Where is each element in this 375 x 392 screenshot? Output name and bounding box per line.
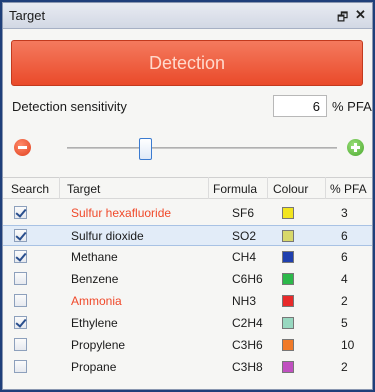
search-checkbox[interactable] [14,294,27,307]
search-checkbox[interactable] [14,229,27,242]
sensitivity-slider-track[interactable] [67,147,337,149]
search-checkbox[interactable] [14,338,27,351]
target-pfa[interactable]: 2 [341,360,348,374]
target-pfa[interactable]: 6 [341,229,348,243]
sensitivity-input[interactable]: 6 [273,95,327,117]
restore-icon[interactable]: 🗗 [337,8,348,29]
column-divider [325,177,326,199]
target-name: Propane [71,360,117,374]
target-formula: C3H6 [232,338,263,352]
target-pfa[interactable]: 2 [341,294,348,308]
target-panel: Target 🗗 ✕ Detection Detection sensitivi… [2,2,373,390]
table-row[interactable]: Benzene C6H6 4 [3,269,372,290]
target-formula: C3H8 [232,360,263,374]
column-divider [267,177,268,199]
sensitivity-label: Detection sensitivity [12,99,127,114]
target-formula: C2H4 [232,316,263,330]
decrease-icon[interactable] [14,139,31,156]
target-pfa[interactable]: 4 [341,272,348,286]
colour-swatch[interactable] [282,230,294,242]
target-pfa[interactable]: 5 [341,316,348,330]
target-formula: SO2 [232,229,257,243]
close-icon[interactable]: ✕ [355,7,366,23]
search-checkbox[interactable] [14,316,27,329]
target-name: Methane [71,250,118,264]
colour-swatch[interactable] [282,295,294,307]
target-name: Propylene [71,338,126,352]
search-checkbox[interactable] [14,360,27,373]
header-search[interactable]: Search [11,182,49,196]
colour-swatch[interactable] [282,273,294,285]
colour-swatch[interactable] [282,207,294,219]
detection-button[interactable]: Detection [11,40,363,86]
target-name: Ammonia [71,294,122,308]
colour-swatch[interactable] [282,339,294,351]
panel-titlebar: Target 🗗 ✕ [3,3,372,29]
target-formula: CH4 [232,250,257,264]
header-formula[interactable]: Formula [213,182,257,196]
header-pfa[interactable]: % PFA [330,182,367,196]
colour-swatch[interactable] [282,317,294,329]
increase-icon[interactable] [347,139,364,156]
target-pfa[interactable]: 6 [341,250,348,264]
column-divider [59,177,60,199]
colour-swatch[interactable] [282,251,294,263]
target-name: Sulfur dioxide [71,229,144,243]
table-row[interactable]: Methane CH4 6 [3,247,372,268]
target-pfa[interactable]: 3 [341,206,348,220]
table-row[interactable]: Propylene C3H6 10 [3,335,372,356]
target-name: Ethylene [71,316,118,330]
table-row[interactable]: Propane C3H8 2 [3,357,372,378]
target-formula: SF6 [232,206,255,220]
target-pfa[interactable]: 10 [341,338,354,352]
colour-swatch[interactable] [282,361,294,373]
target-formula: NH3 [232,294,257,308]
target-name: Sulfur hexafluoride [71,206,172,220]
target-formula: C6H6 [232,272,263,286]
table-row[interactable]: Ammonia NH3 2 [3,291,372,312]
sensitivity-slider-thumb[interactable] [139,138,152,160]
window-frame: Target 🗗 ✕ Detection Detection sensitivi… [0,0,375,392]
table-row[interactable]: Ethylene C2H4 5 [3,313,372,334]
search-checkbox[interactable] [14,272,27,285]
panel-title: Target [9,8,46,23]
sensitivity-unit: % PFA [332,99,372,114]
search-checkbox[interactable] [14,250,27,263]
table-row[interactable]: Sulfur dioxide SO2 6 [3,225,372,246]
search-checkbox[interactable] [14,206,27,219]
target-name: Benzene [71,272,119,286]
header-target[interactable]: Target [67,182,100,196]
header-colour[interactable]: Colour [273,182,308,196]
table-row[interactable]: Sulfur hexafluoride SF6 3 [3,203,372,224]
column-divider [208,177,209,199]
